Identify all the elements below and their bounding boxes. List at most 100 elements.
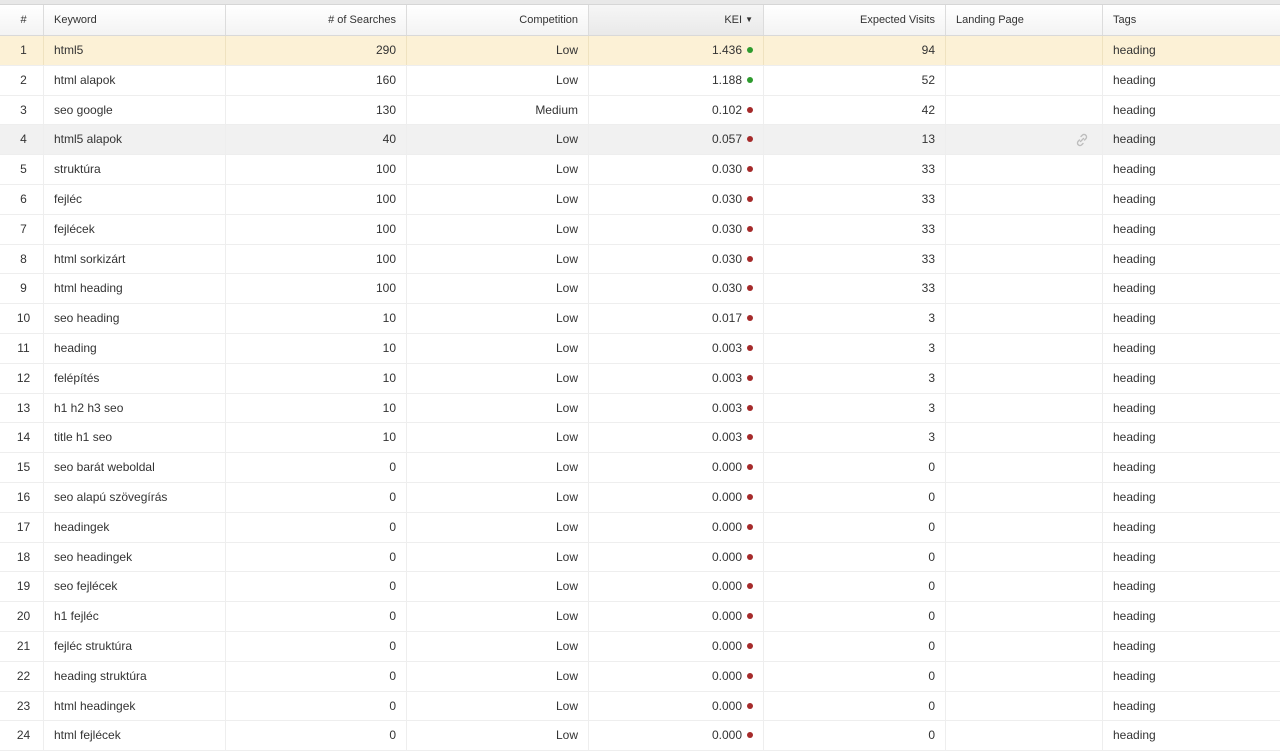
landing-page-cell[interactable]	[946, 363, 1103, 393]
tags-cell[interactable]: heading	[1103, 721, 1280, 750]
landing-page-cell[interactable]	[946, 125, 1103, 155]
keyword-cell[interactable]: fejléc struktúra	[44, 631, 226, 661]
tags-cell[interactable]: heading	[1103, 483, 1280, 512]
table-row[interactable]: 2 html alapok 160 Low 1.188 52 heading	[0, 65, 1280, 96]
tags-cell[interactable]: heading	[1103, 423, 1280, 452]
column-header-landing-page[interactable]: Landing Page	[946, 5, 1103, 35]
table-row[interactable]: 24 html fejlécek 0 Low 0.000 0 heading	[0, 721, 1280, 751]
tags-cell[interactable]: heading	[1103, 274, 1280, 303]
tags-cell[interactable]: heading	[1103, 215, 1280, 244]
column-header-keyword[interactable]: Keyword	[44, 5, 226, 35]
keyword-cell[interactable]: h1 h2 h3 seo	[44, 393, 226, 423]
landing-page-cell[interactable]	[946, 393, 1103, 423]
landing-page-cell[interactable]	[946, 184, 1103, 214]
landing-page-cell[interactable]	[946, 244, 1103, 274]
keyword-cell[interactable]: fejlécek	[44, 214, 226, 244]
keyword-cell[interactable]: seo headingek	[44, 542, 226, 572]
landing-page-cell[interactable]	[946, 214, 1103, 244]
column-header-competition[interactable]: Competition	[407, 5, 589, 35]
table-row[interactable]: 15 seo barát weboldal 0 Low 0.000 0 head…	[0, 453, 1280, 483]
tags-cell[interactable]: heading	[1103, 185, 1280, 214]
tags-cell[interactable]: heading	[1103, 36, 1280, 65]
landing-page-cell[interactable]	[946, 274, 1103, 304]
column-header-searches[interactable]: # of Searches	[226, 5, 407, 35]
keyword-cell[interactable]: html sorkizárt	[44, 244, 226, 274]
table-row[interactable]: 16 seo alapú szövegírás 0 Low 0.000 0 he…	[0, 482, 1280, 513]
keyword-cell[interactable]: h1 fejléc	[44, 602, 226, 631]
column-header-expected-visits[interactable]: Expected Visits	[764, 5, 946, 35]
tags-cell[interactable]: heading	[1103, 364, 1280, 393]
keyword-cell[interactable]: seo google	[44, 95, 226, 125]
tags-cell[interactable]: heading	[1103, 394, 1280, 423]
table-row[interactable]: 14 title h1 seo 10 Low 0.003 3 heading	[0, 423, 1280, 454]
tags-cell[interactable]: heading	[1103, 96, 1280, 125]
tags-cell[interactable]: heading	[1103, 543, 1280, 572]
column-header-number[interactable]: #	[0, 5, 44, 35]
table-row[interactable]: 1 html5 290 Low 1.436 94 heading	[0, 36, 1280, 66]
table-row[interactable]: 17 headingek 0 Low 0.000 0 heading	[0, 512, 1280, 543]
table-row[interactable]: 18 seo headingek 0 Low 0.000 0 heading	[0, 542, 1280, 573]
landing-page-cell[interactable]	[946, 155, 1103, 184]
tags-cell[interactable]: heading	[1103, 245, 1280, 274]
table-row[interactable]: 23 html headingek 0 Low 0.000 0 heading	[0, 691, 1280, 722]
column-header-kei[interactable]: KEI ▼	[589, 5, 764, 35]
tags-cell[interactable]: heading	[1103, 125, 1280, 154]
keyword-cell[interactable]: html heading	[44, 274, 226, 304]
table-row[interactable]: 6 fejléc 100 Low 0.030 33 heading	[0, 184, 1280, 215]
keyword-cell[interactable]: seo heading	[44, 304, 226, 333]
landing-page-cell[interactable]	[946, 333, 1103, 363]
landing-page-cell[interactable]	[946, 631, 1103, 661]
keyword-cell[interactable]: seo barát weboldal	[44, 453, 226, 482]
table-row[interactable]: 21 fejléc struktúra 0 Low 0.000 0 headin…	[0, 631, 1280, 662]
table-row[interactable]: 3 seo google 130 Medium 0.102 42 heading	[0, 95, 1280, 126]
keyword-cell[interactable]: html5 alapok	[44, 125, 226, 155]
keyword-cell[interactable]: seo fejlécek	[44, 572, 226, 602]
landing-page-cell[interactable]	[946, 721, 1103, 751]
table-row[interactable]: 12 felépítés 10 Low 0.003 3 heading	[0, 363, 1280, 394]
keyword-cell[interactable]: html headingek	[44, 691, 226, 721]
keyword-cell[interactable]: title h1 seo	[44, 423, 226, 453]
tags-cell[interactable]: heading	[1103, 513, 1280, 542]
landing-page-cell[interactable]	[946, 453, 1103, 482]
table-row[interactable]: 13 h1 h2 h3 seo 10 Low 0.003 3 heading	[0, 393, 1280, 424]
tags-cell[interactable]: heading	[1103, 66, 1280, 95]
keyword-cell[interactable]: seo alapú szövegírás	[44, 482, 226, 512]
landing-page-cell[interactable]	[946, 36, 1103, 65]
keyword-cell[interactable]: felépítés	[44, 363, 226, 393]
table-row[interactable]: 22 heading struktúra 0 Low 0.000 0 headi…	[0, 661, 1280, 692]
landing-page-cell[interactable]	[946, 572, 1103, 602]
table-row[interactable]: 4 html5 alapok 40 Low 0.057 13 heading	[0, 125, 1280, 156]
table-row[interactable]: 19 seo fejlécek 0 Low 0.000 0 heading	[0, 572, 1280, 603]
tags-cell[interactable]: heading	[1103, 662, 1280, 691]
landing-page-cell[interactable]	[946, 423, 1103, 453]
landing-page-cell[interactable]	[946, 512, 1103, 542]
table-row[interactable]: 9 html heading 100 Low 0.030 33 heading	[0, 274, 1280, 305]
tags-cell[interactable]: heading	[1103, 453, 1280, 482]
landing-page-cell[interactable]	[946, 691, 1103, 721]
tags-cell[interactable]: heading	[1103, 304, 1280, 333]
landing-page-cell[interactable]	[946, 482, 1103, 512]
keyword-cell[interactable]: headingek	[44, 512, 226, 542]
tags-cell[interactable]: heading	[1103, 334, 1280, 363]
tags-cell[interactable]: heading	[1103, 632, 1280, 661]
keyword-cell[interactable]: fejléc	[44, 184, 226, 214]
keyword-cell[interactable]: heading	[44, 333, 226, 363]
table-row[interactable]: 8 html sorkizárt 100 Low 0.030 33 headin…	[0, 244, 1280, 275]
column-header-tags[interactable]: Tags	[1103, 5, 1280, 35]
table-row[interactable]: 5 struktúra 100 Low 0.030 33 heading	[0, 155, 1280, 185]
link-icon[interactable]	[1074, 132, 1090, 148]
tags-cell[interactable]: heading	[1103, 155, 1280, 184]
table-row[interactable]: 20 h1 fejléc 0 Low 0.000 0 heading	[0, 602, 1280, 632]
tags-cell[interactable]: heading	[1103, 692, 1280, 721]
landing-page-cell[interactable]	[946, 602, 1103, 631]
keyword-cell[interactable]: heading struktúra	[44, 661, 226, 691]
tags-cell[interactable]: heading	[1103, 602, 1280, 631]
landing-page-cell[interactable]	[946, 542, 1103, 572]
keyword-cell[interactable]: html fejlécek	[44, 721, 226, 751]
landing-page-cell[interactable]	[946, 304, 1103, 333]
keyword-cell[interactable]: struktúra	[44, 155, 226, 184]
tags-cell[interactable]: heading	[1103, 572, 1280, 601]
landing-page-cell[interactable]	[946, 65, 1103, 95]
keyword-cell[interactable]: html alapok	[44, 65, 226, 95]
keyword-cell[interactable]: html5	[44, 36, 226, 65]
